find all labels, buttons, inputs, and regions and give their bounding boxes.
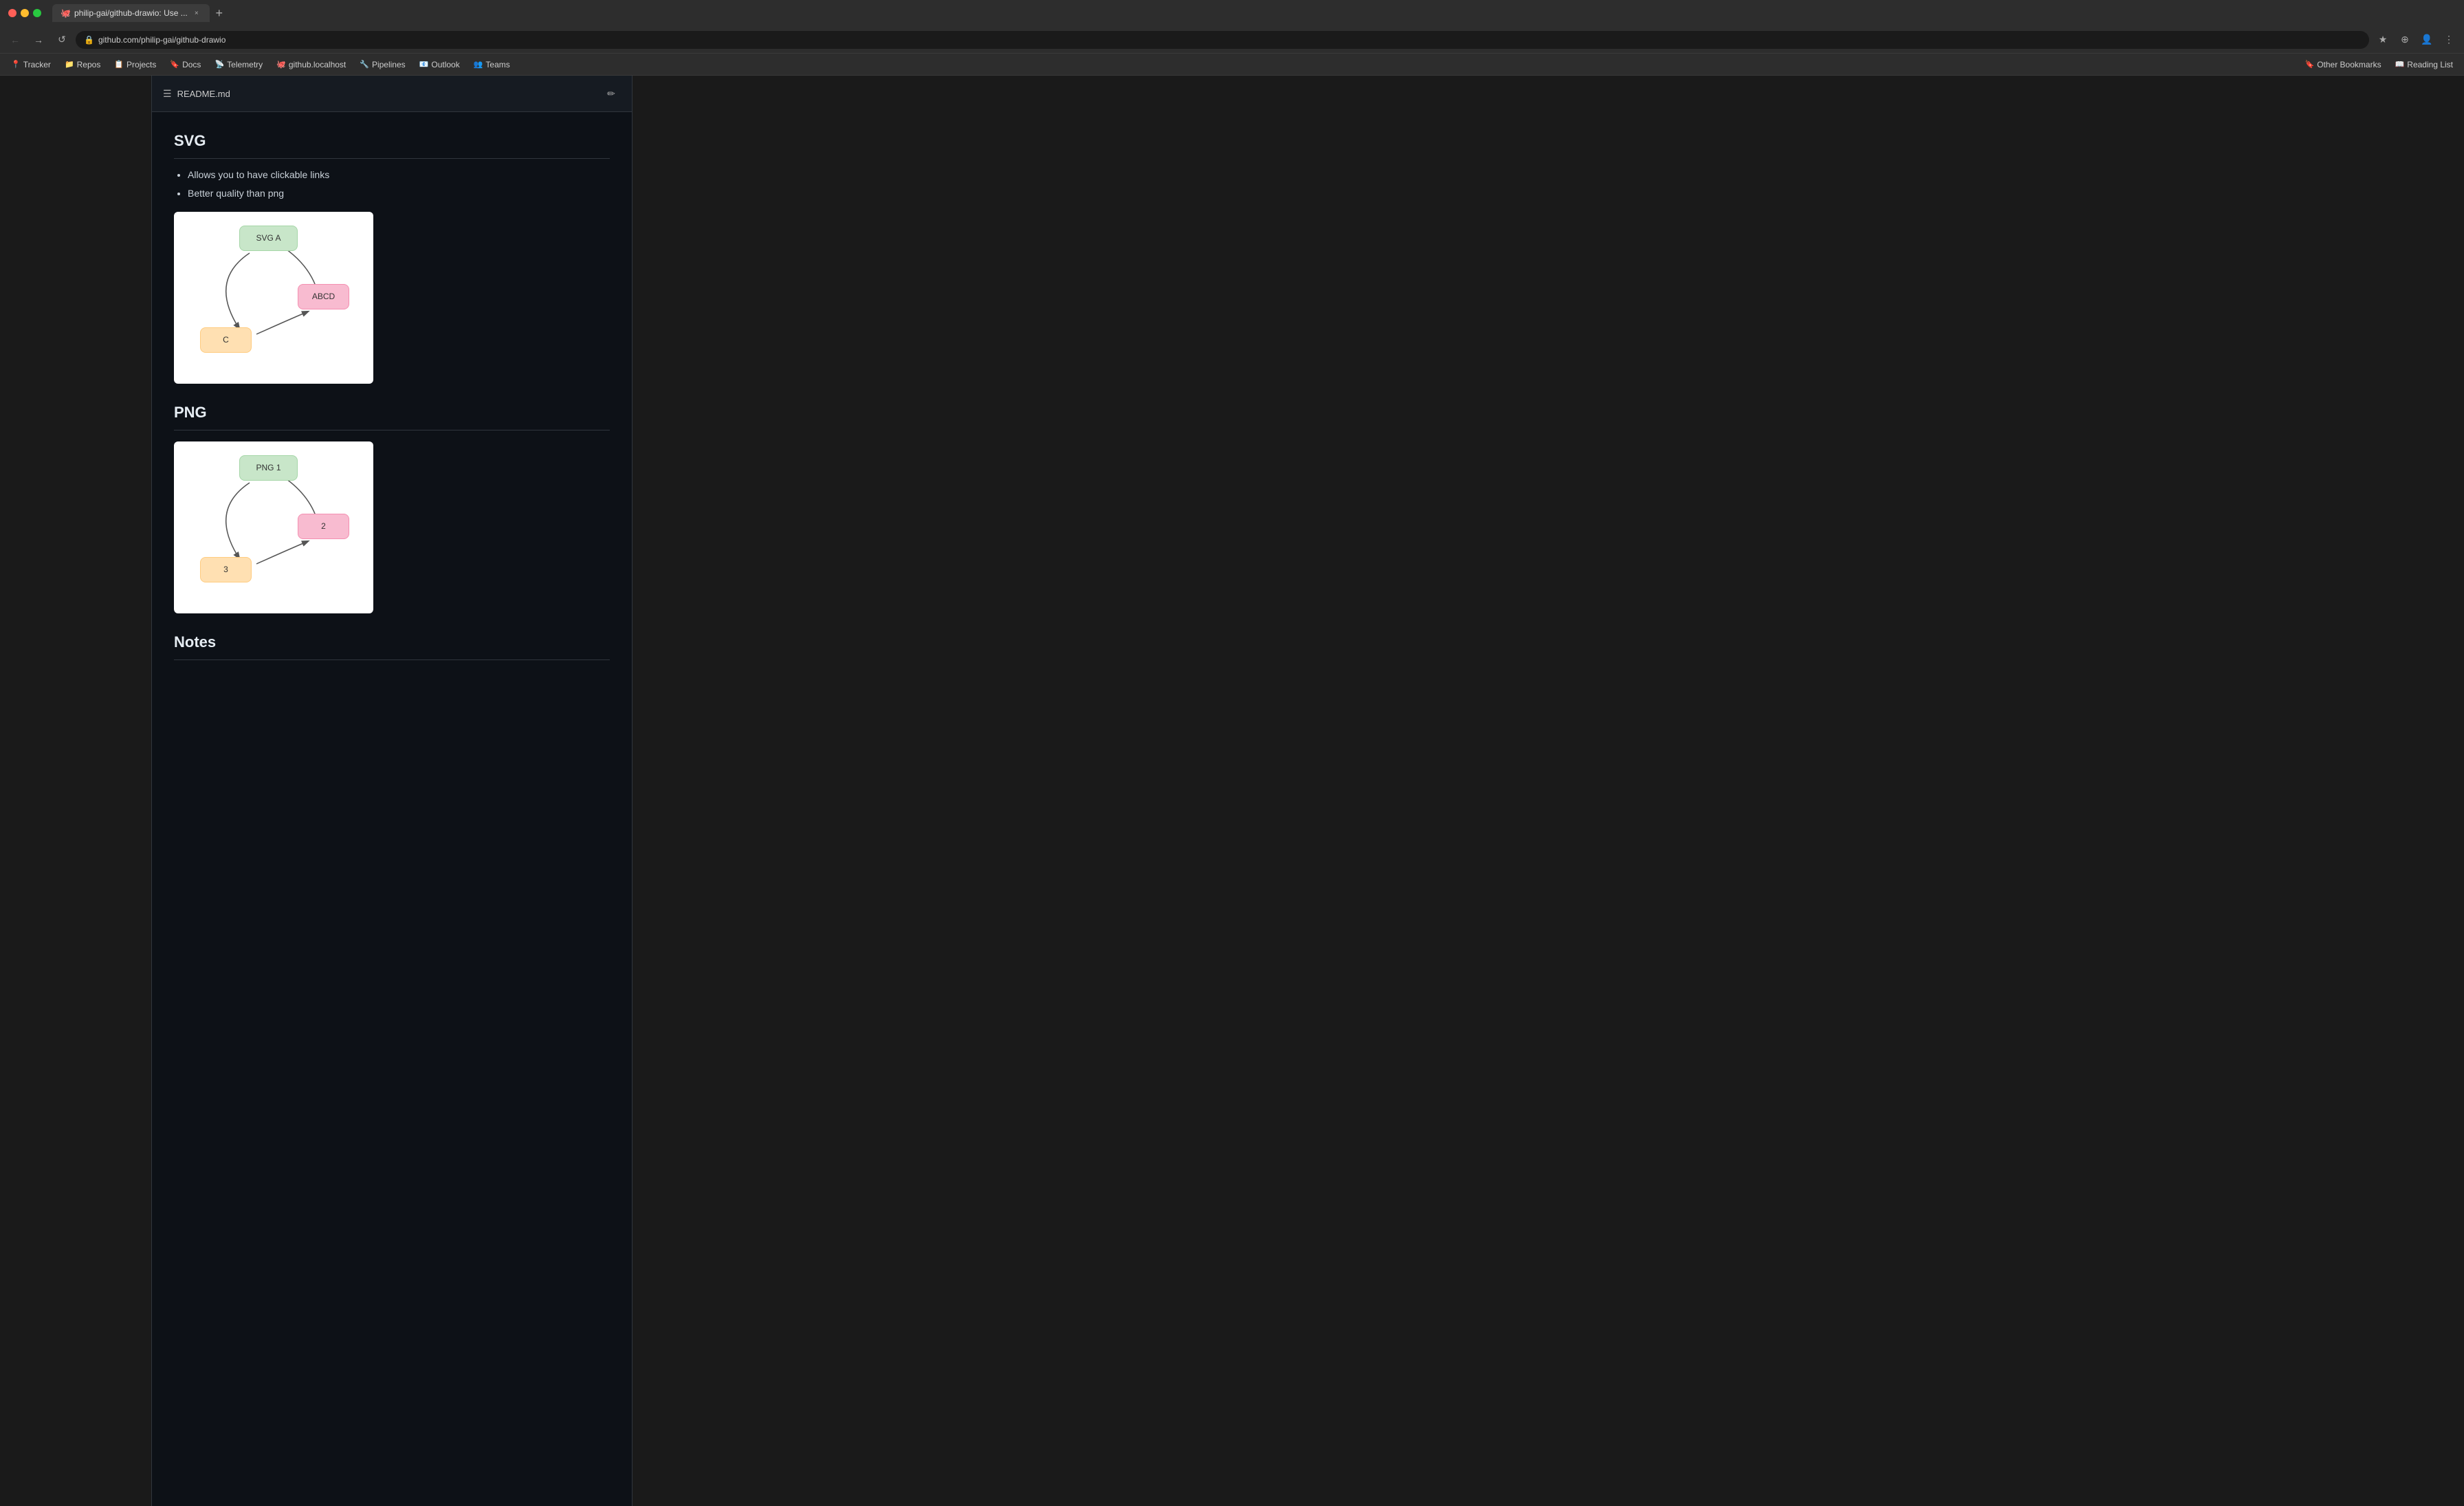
main-content: ☰ README.md ✏ SVG Allows you to have cli… xyxy=(0,76,2464,1506)
tab-favicon: 🐙 xyxy=(60,8,70,18)
bookmark-projects-label: Projects xyxy=(126,60,156,69)
readme-header: ☰ README.md ✏ xyxy=(152,76,632,112)
back-button[interactable]: ← xyxy=(6,30,25,50)
reading-list-icon: 📖 xyxy=(2395,60,2405,69)
lines-icon: ☰ xyxy=(163,88,172,100)
tracker-icon: 📍 xyxy=(11,60,21,69)
png-node-1: PNG 1 xyxy=(239,455,298,481)
bookmark-tracker-label: Tracker xyxy=(23,60,51,69)
png-node-3: 3 xyxy=(200,557,252,582)
png-diagram: PNG 1 2 3 xyxy=(174,441,373,613)
left-gutter xyxy=(0,76,151,1506)
bookmark-github-localhost-label: github.localhost xyxy=(289,60,346,69)
pipelines-icon: 🔧 xyxy=(360,60,369,69)
bookmark-pipelines-label: Pipelines xyxy=(372,60,406,69)
reading-list-label: Reading List xyxy=(2407,60,2453,69)
bookmark-docs-label: Docs xyxy=(182,60,201,69)
bookmark-repos[interactable]: 📁 Repos xyxy=(59,58,106,72)
svg-bullet-list: Allows you to have clickable links Bette… xyxy=(188,167,610,201)
readme-panel[interactable]: ☰ README.md ✏ SVG Allows you to have cli… xyxy=(151,76,632,1506)
menu-button[interactable]: ⋮ xyxy=(2439,30,2458,50)
projects-icon: 📋 xyxy=(114,60,124,69)
extensions-button[interactable]: ⊕ xyxy=(2395,30,2414,50)
bookmark-reading-list[interactable]: 📖 Reading List xyxy=(2390,58,2458,72)
bookmark-outlook[interactable]: 📧 Outlook xyxy=(414,58,465,72)
telemetry-icon: 📡 xyxy=(214,60,224,69)
edit-button[interactable]: ✏ xyxy=(602,84,621,103)
nav-right-icons: ★ ⊕ 👤 ⋮ xyxy=(2373,30,2458,50)
bookmark-repos-label: Repos xyxy=(77,60,101,69)
bookmark-docs[interactable]: 🔖 Docs xyxy=(164,58,206,72)
svg-section: SVG Allows you to have clickable links B… xyxy=(174,129,610,384)
other-bookmarks-label: Other Bookmarks xyxy=(2317,60,2381,69)
traffic-lights xyxy=(8,9,41,17)
png-section: PNG xyxy=(174,400,610,613)
new-tab-button[interactable]: + xyxy=(210,3,229,23)
profile-button[interactable]: 👤 xyxy=(2417,30,2436,50)
url-text: github.com/philip-gai/github-drawio xyxy=(98,35,2361,45)
bookmarks-right: 🔖 Other Bookmarks 📖 Reading List xyxy=(2300,58,2459,72)
title-bar: 🐙 philip-gai/github-drawio: Use ... × + xyxy=(0,0,2464,26)
notes-heading: Notes xyxy=(174,630,610,660)
bookmark-telemetry[interactable]: 📡 Telemetry xyxy=(209,58,268,72)
repos-icon: 📁 xyxy=(65,60,74,69)
bookmark-other[interactable]: 🔖 Other Bookmarks xyxy=(2300,58,2387,72)
svg-node-abcd: ABCD xyxy=(298,284,349,309)
svg-node-c: C xyxy=(200,327,252,353)
bookmark-outlook-label: Outlook xyxy=(431,60,459,69)
teams-icon: 👥 xyxy=(474,60,483,69)
bookmark-teams-label: Teams xyxy=(485,60,509,69)
bookmark-tracker[interactable]: 📍 Tracker xyxy=(6,58,56,72)
tab-close-button[interactable]: × xyxy=(192,8,201,18)
github-localhost-icon: 🐙 xyxy=(276,60,286,69)
nav-bar: ← → ↺ 🔒 github.com/philip-gai/github-dra… xyxy=(0,26,2464,54)
readme-title-row: ☰ README.md xyxy=(163,88,230,100)
svg-node-a: SVG A xyxy=(239,226,298,251)
minimize-button[interactable] xyxy=(21,9,29,17)
readme-filename: README.md xyxy=(177,89,230,99)
outlook-icon: 📧 xyxy=(419,60,429,69)
active-tab[interactable]: 🐙 philip-gai/github-drawio: Use ... × xyxy=(52,4,210,22)
png-heading: PNG xyxy=(174,400,610,430)
bookmark-pipelines[interactable]: 🔧 Pipelines xyxy=(354,58,410,72)
readme-body: SVG Allows you to have clickable links B… xyxy=(152,112,632,685)
bookmark-teams[interactable]: 👥 Teams xyxy=(468,58,516,72)
svg-heading: SVG xyxy=(174,129,610,159)
bookmark-github-localhost[interactable]: 🐙 github.localhost xyxy=(271,58,351,72)
bookmark-projects[interactable]: 📋 Projects xyxy=(109,58,162,72)
reload-button[interactable]: ↺ xyxy=(52,30,72,50)
address-bar[interactable]: 🔒 github.com/philip-gai/github-drawio xyxy=(76,31,2369,49)
bookmarks-bar: 📍 Tracker 📁 Repos 📋 Projects 🔖 Docs 📡 Te… xyxy=(0,54,2464,76)
svg-diagram: SVG A ABCD C xyxy=(174,212,373,384)
right-gutter xyxy=(632,76,2464,1506)
tab-bar: 🐙 philip-gai/github-drawio: Use ... × + xyxy=(52,3,2456,23)
notes-section: Notes xyxy=(174,630,610,660)
bookmark-telemetry-label: Telemetry xyxy=(227,60,263,69)
docs-icon: 🔖 xyxy=(170,60,179,69)
forward-button[interactable]: → xyxy=(29,30,48,50)
lock-icon: 🔒 xyxy=(84,35,94,45)
tab-label: philip-gai/github-drawio: Use ... xyxy=(74,8,188,18)
close-button[interactable] xyxy=(8,9,16,17)
bookmark-star-button[interactable]: ★ xyxy=(2373,30,2392,50)
other-bookmarks-icon: 🔖 xyxy=(2305,60,2315,69)
png-node-2: 2 xyxy=(298,514,349,539)
maximize-button[interactable] xyxy=(33,9,41,17)
